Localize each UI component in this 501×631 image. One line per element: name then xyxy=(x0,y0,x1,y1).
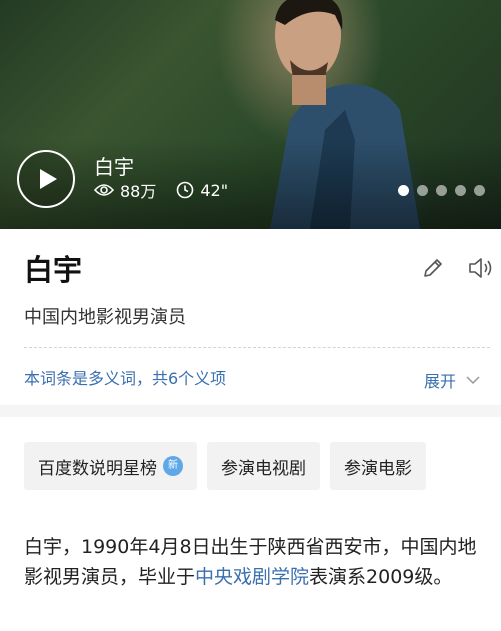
carousel-dot[interactable] xyxy=(455,185,466,196)
tag-label: 参演电影 xyxy=(344,458,412,479)
carousel-dot-active[interactable] xyxy=(398,185,409,196)
summary-paragraph: 白宇，1990年4月8日出生于陕西省西安市，中国内地影视男演员，毕业于中央戏剧学… xyxy=(24,532,479,592)
edit-icon[interactable] xyxy=(421,256,445,280)
chevron-down-icon xyxy=(466,375,480,384)
video-duration: 42" xyxy=(200,180,229,200)
tag-tv-dramas[interactable]: 参演电视剧 xyxy=(207,442,320,490)
play-button[interactable] xyxy=(17,150,75,208)
expand-label: 展开 xyxy=(424,372,457,391)
school-link[interactable]: 中央戏剧学院 xyxy=(195,566,309,588)
entry-title: 白宇 xyxy=(24,253,83,287)
hero-video-banner[interactable]: 白宇 88万 42" xyxy=(0,0,501,229)
tag-star-ranking[interactable]: 百度数说明星榜 新 xyxy=(24,442,197,490)
tag-label: 百度数说明星榜 xyxy=(38,458,157,479)
new-badge: 新 xyxy=(163,456,183,476)
carousel-dot[interactable] xyxy=(474,185,485,196)
dashed-divider xyxy=(24,347,490,348)
duration-group: 42" xyxy=(176,181,228,200)
video-title: 白宇 xyxy=(94,155,134,179)
tag-label: 参演电视剧 xyxy=(221,458,306,479)
carousel-indicator[interactable] xyxy=(398,185,493,196)
section-separator xyxy=(0,405,501,417)
eye-icon xyxy=(94,184,114,196)
carousel-dot[interactable] xyxy=(436,185,447,196)
play-icon xyxy=(40,169,57,189)
expand-button[interactable]: 展开 xyxy=(424,368,480,392)
entry-subtitle: 中国内地影视男演员 xyxy=(24,307,186,328)
speaker-icon[interactable] xyxy=(467,256,495,280)
carousel-dot[interactable] xyxy=(417,185,428,196)
tag-films[interactable]: 参演电影 xyxy=(330,442,426,490)
clock-icon xyxy=(177,181,194,199)
video-stats: 88万 42" xyxy=(94,178,228,202)
tag-row: 百度数说明星榜 新 参演电视剧 参演电影 xyxy=(24,442,436,490)
polysemy-notice-link[interactable]: 本词条是多义词，共6个义项 xyxy=(24,365,226,389)
hero-gradient-overlay xyxy=(0,139,501,229)
summary-text-end: 表演系2009级。 xyxy=(309,566,453,588)
view-count: 88万 xyxy=(120,182,157,201)
